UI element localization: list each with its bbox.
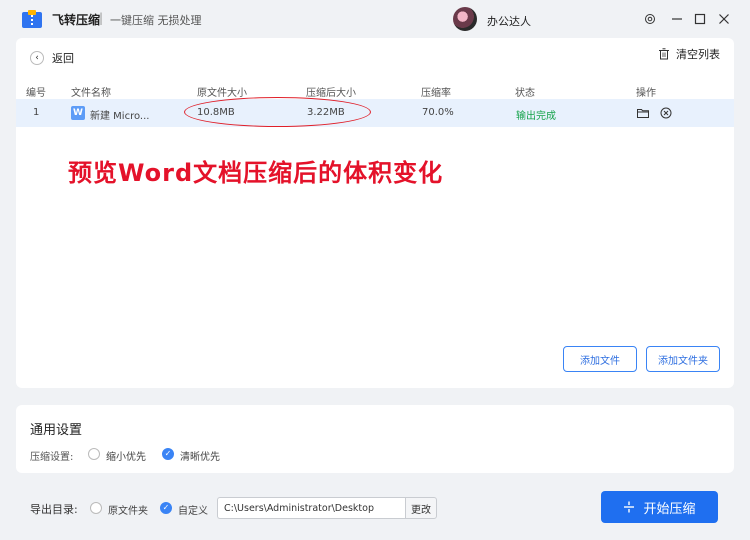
export-directory-label: 导出目录: xyxy=(30,503,78,516)
radio-size-priority-label[interactable]: 缩小优先 xyxy=(106,448,146,463)
app-slogan: 一键压缩 无损处理 xyxy=(110,14,202,27)
settings-title: 通用设置 xyxy=(30,423,83,438)
radio-custom-folder-label[interactable]: 自定义 xyxy=(178,502,208,517)
radio-original-folder[interactable] xyxy=(90,502,102,514)
column-original-size: 原文件大小 xyxy=(197,88,247,99)
close-circle-icon xyxy=(660,107,672,119)
clear-list-label: 清空列表 xyxy=(676,48,720,61)
table-row[interactable]: 1 W 新建 Micro... 10.8MB 3.22MB 70.0% 输出完成 xyxy=(16,99,734,127)
settings-button[interactable] xyxy=(640,9,660,29)
table-header: 编号 文件名称 原文件大小 压缩后大小 压缩率 状态 操作 xyxy=(16,81,734,99)
radio-original-folder-label[interactable]: 原文件夹 xyxy=(108,502,148,517)
word-file-icon: W xyxy=(71,106,85,120)
row-ratio: 70.0% xyxy=(422,107,454,118)
column-file-name: 文件名称 xyxy=(71,88,111,99)
folder-icon xyxy=(637,109,649,118)
column-ratio: 压缩率 xyxy=(421,88,451,99)
minimize-button[interactable] xyxy=(667,9,687,29)
file-list-panel: ‹ 返回 清空列表 编号 文件名称 原文件大小 压缩后大小 压缩率 状态 操作 … xyxy=(16,38,734,388)
back-label: 返回 xyxy=(52,52,74,65)
app-name: 飞转压缩 xyxy=(52,13,101,27)
close-button[interactable] xyxy=(714,9,734,29)
maximize-icon xyxy=(694,13,706,25)
compression-setting-label: 压缩设置: xyxy=(30,452,74,463)
column-actions: 操作 xyxy=(636,88,656,99)
annotation-highlight-ellipse xyxy=(184,97,371,127)
user-name[interactable]: 办公达人 xyxy=(487,13,531,29)
column-index: 编号 xyxy=(26,88,46,99)
title-bar: 飞转压缩 | 一键压缩 无损处理 办公达人 xyxy=(0,0,750,38)
radio-clarity-priority-label[interactable]: 清晰优先 xyxy=(180,448,220,463)
close-icon xyxy=(719,14,729,24)
trash-icon xyxy=(659,48,669,60)
maximize-button[interactable] xyxy=(690,9,710,29)
remove-row-button[interactable] xyxy=(659,106,673,120)
radio-clarity-priority[interactable] xyxy=(162,448,174,460)
open-folder-button[interactable] xyxy=(636,106,650,120)
compress-icon xyxy=(624,501,635,513)
output-path-field[interactable]: C:\Users\Administrator\Desktop xyxy=(217,497,405,519)
row-file-name: 新建 Micro... xyxy=(90,111,150,122)
settings-icon xyxy=(645,14,655,24)
radio-custom-folder[interactable] xyxy=(160,502,172,514)
start-compress-button[interactable]: 开始压缩 xyxy=(601,491,718,523)
start-compress-label: 开始压缩 xyxy=(643,501,696,517)
column-compressed-size: 压缩后大小 xyxy=(306,88,356,99)
avatar[interactable] xyxy=(453,7,477,31)
change-path-button[interactable]: 更改 xyxy=(405,497,437,519)
row-index: 1 xyxy=(33,107,40,118)
row-status: 输出完成 xyxy=(516,111,556,122)
annotation-caption: 预览Word文档压缩后的体积变化 xyxy=(68,159,444,187)
back-button[interactable]: ‹ 返回 xyxy=(30,50,74,66)
add-folder-button[interactable]: 添加文件夹 xyxy=(646,346,720,372)
title-separator: | xyxy=(99,11,104,25)
minimize-icon xyxy=(672,18,682,20)
general-settings-panel: 通用设置 压缩设置: 缩小优先 清晰优先 xyxy=(16,405,734,473)
column-status: 状态 xyxy=(515,88,535,99)
radio-size-priority[interactable] xyxy=(88,448,100,460)
clear-list-button[interactable]: 清空列表 xyxy=(658,46,720,62)
back-arrow-icon: ‹ xyxy=(30,51,44,65)
app-logo-icon xyxy=(22,10,42,28)
add-file-button[interactable]: 添加文件 xyxy=(563,346,637,372)
